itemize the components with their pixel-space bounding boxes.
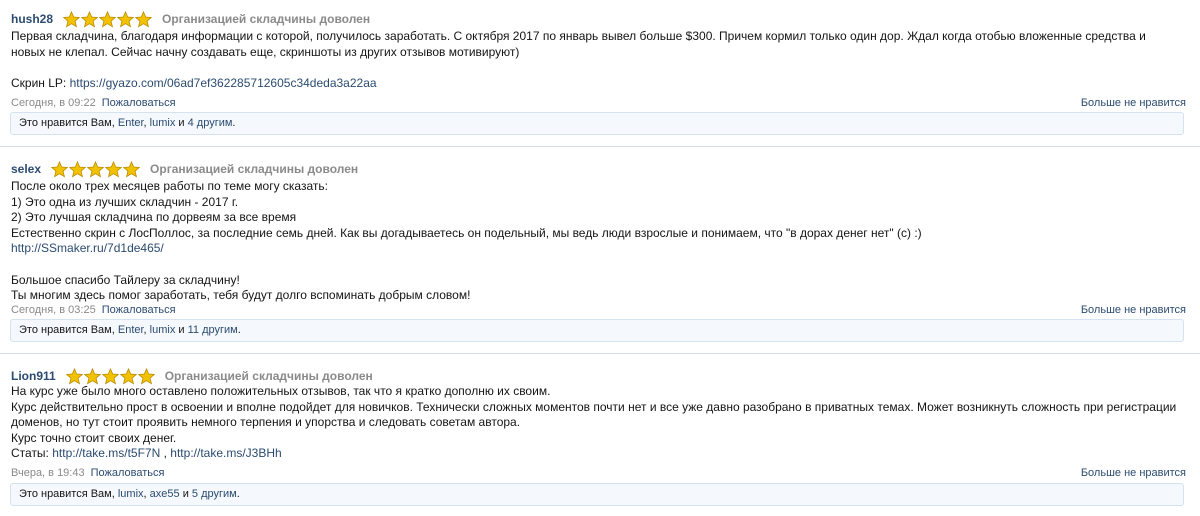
review-meta: Сегодня, в 03:25 Пожаловаться Больше не нр…: [11, 303, 1186, 317]
star-icon: [83, 367, 101, 384]
liker-link[interactable]: lumix: [118, 488, 144, 500]
unlike-link[interactable]: Больше не нравится: [1081, 96, 1186, 110]
review-verdict: Организацией складчины доволен: [164, 369, 373, 383]
review-text-line: Курс действительно прост в освоении и вп…: [11, 399, 1177, 414]
star-icon: [99, 10, 117, 27]
liker-link[interactable]: Enter: [118, 324, 144, 336]
likes-others-link[interactable]: 4 другим: [188, 117, 233, 129]
star-icon: [101, 367, 119, 384]
review-text-line: доменов, но тут стоит проявить немного т…: [11, 415, 521, 430]
star-icon: [119, 367, 137, 384]
review-text-line: Ты многим здесь помог заработать, тебя б…: [11, 288, 471, 303]
review-timestamp[interactable]: Вчера, в 19:43: [11, 467, 85, 479]
liker-link[interactable]: Enter: [118, 117, 144, 129]
liker-link[interactable]: lumix: [150, 324, 176, 336]
report-link[interactable]: Пожаловаться: [102, 304, 176, 316]
review-item: hush28 Организацией складчины доволен Перв…: [0, 0, 1200, 147]
rating-stars: [63, 10, 153, 28]
review-timestamp[interactable]: Сегодня, в 09:22: [11, 97, 96, 109]
review-verdict: Организацией складчины доволен: [162, 12, 371, 26]
review-text: Первая складчина, благодаря информации с…: [11, 29, 1181, 91]
author-link[interactable]: hush28: [11, 12, 53, 26]
unlike-link[interactable]: Больше не нравится: [1081, 303, 1186, 317]
liker-link[interactable]: lumix: [150, 117, 176, 129]
star-icon: [69, 160, 87, 177]
liker-link[interactable]: axe55: [150, 488, 180, 500]
star-icon: [135, 10, 153, 27]
review-header: Lion911 Организацией складчины доволен: [11, 367, 373, 385]
star-icon: [123, 160, 141, 177]
review-verdict: Организацией складчины доволен: [150, 162, 359, 176]
author-link[interactable]: selex: [11, 162, 41, 176]
rating-stars: [65, 367, 156, 385]
likes-bar: Это нравится Вам, Enter, lumix и 11 друг…: [10, 319, 1184, 342]
review-item: selex Организацией складчины доволен После…: [0, 147, 1200, 354]
star-icon: [51, 160, 69, 177]
review-text-line: [11, 60, 1181, 76]
star-icon: [81, 10, 99, 27]
review-link[interactable]: http://take.ms/J3BHh: [170, 446, 281, 460]
review-timestamp[interactable]: Сегодня, в 03:25: [11, 304, 96, 316]
review-text-line: http://SSmaker.ru/7d1de465/: [11, 241, 1181, 257]
review-text-line: 1) Это одна из лучших складчин - 2017 г.: [11, 194, 239, 209]
review-text-line: Статы: http://take.ms/t5F7N , http://tak…: [11, 446, 282, 461]
review-text-line: 2) Это лучшая складчина по дорвеям за вс…: [11, 210, 297, 225]
likes-others-link[interactable]: 11 другим: [188, 324, 238, 336]
review-link[interactable]: https://gyazo.com/06ad7ef362285712605c34…: [70, 76, 377, 90]
star-icon: [117, 10, 135, 27]
star-icon: [137, 367, 155, 384]
review-link[interactable]: http://SSmaker.ru/7d1de465/: [11, 241, 164, 255]
rating-stars: [51, 160, 141, 178]
report-link[interactable]: Пожаловаться: [102, 97, 176, 109]
star-icon: [87, 160, 105, 177]
review-meta: Сегодня, в 09:22 Пожаловаться Больше не нр…: [11, 96, 1186, 110]
review-text: На курс уже было много оставлено положит…: [11, 384, 1181, 462]
star-icon: [105, 160, 123, 177]
review-text-line: Первая складчина, благодаря информации с…: [11, 29, 1146, 43]
review-link[interactable]: http://take.ms/t5F7N: [52, 446, 160, 460]
unlike-link[interactable]: Больше не нравится: [1081, 466, 1186, 480]
review-text-line: Курс точно стоит своих денег.: [11, 430, 177, 445]
review-header: selex Организацией складчины доволен: [11, 160, 358, 178]
author-link[interactable]: Lion911: [11, 369, 56, 383]
reviews-list: hush28 Организацией складчины доволен Перв…: [0, 0, 1200, 516]
review-meta: Вчера, в 19:43 Пожаловаться Больше не нрав…: [11, 466, 1186, 480]
likes-others-link[interactable]: 5 другим: [192, 488, 237, 500]
review-text-line: Большое спасибо Тайлеру за складчину!: [11, 272, 240, 287]
review-item: Lion911 Организацией складчины доволен На …: [0, 354, 1200, 516]
review-text-line: [11, 257, 1181, 273]
review-header: hush28 Организацией складчины доволен: [11, 10, 370, 28]
review-text: После около трех месяцев работы по теме …: [11, 179, 1181, 304]
review-text-line: После около трех месяцев работы по теме …: [11, 179, 328, 193]
report-link[interactable]: Пожаловаться: [91, 467, 165, 479]
review-text-line: Скрин LP: https://gyazo.com/06ad7ef36228…: [11, 75, 377, 90]
likes-bar: Это нравится Вам, Enter, lumix и 4 други…: [10, 112, 1184, 135]
star-icon: [63, 10, 81, 27]
star-icon: [65, 367, 83, 384]
review-text-line: Естественно скрин с ЛосПоллос, за послед…: [11, 225, 922, 240]
review-text-line: На курс уже было много оставлено положит…: [11, 384, 551, 398]
likes-bar: Это нравится Вам, lumix, axe55 и 5 други…: [10, 483, 1184, 506]
review-text-line: новых не клепал. Сейчас начну создавать …: [11, 44, 520, 59]
